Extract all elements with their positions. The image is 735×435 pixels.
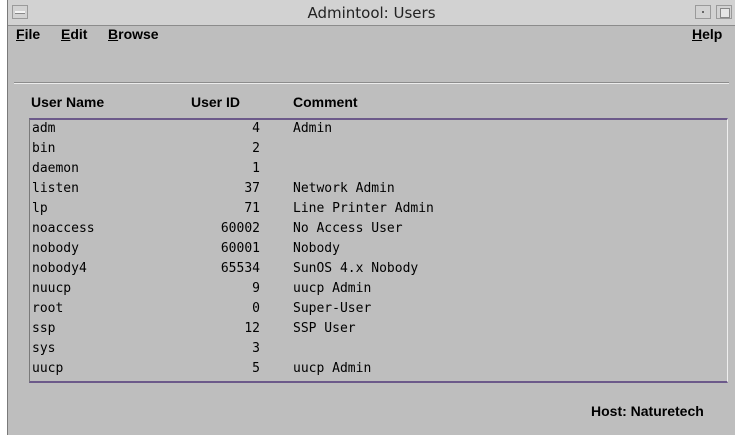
user-uid-cell: 71 <box>244 201 260 216</box>
table-row[interactable]: noaccess 60002 No Access User <box>30 220 727 240</box>
user-list[interactable]: adm 4 Admin bin 2 daemon 1 listen 37 Network Admi… <box>29 118 728 383</box>
user-uid-cell: 9 <box>252 281 260 296</box>
user-uid-cell: 4 <box>252 121 260 136</box>
user-name-cell: lp <box>32 201 48 216</box>
user-uid-cell: 5 <box>252 361 260 376</box>
user-uid-cell: 0 <box>252 301 260 316</box>
menu-edit-label: dit <box>70 26 88 42</box>
user-uid-cell: 12 <box>244 321 260 336</box>
menu-file[interactable]: File <box>16 26 40 42</box>
table-row[interactable]: bin 2 <box>30 140 727 160</box>
table-row[interactable]: nuucp 9 uucp Admin <box>30 280 727 300</box>
user-comment-cell: uucp Admin <box>293 361 372 376</box>
user-uid-cell: 65534 <box>220 261 260 276</box>
user-uid-cell: 37 <box>244 181 260 196</box>
table-row[interactable]: listen 37 Network Admin <box>30 180 727 200</box>
user-comment-cell: No Access User <box>293 221 403 236</box>
user-name-cell: listen <box>32 181 79 196</box>
user-name-cell: noaccess <box>32 221 95 236</box>
column-header-user-name[interactable]: User Name <box>31 94 104 110</box>
menu-edit[interactable]: Edit <box>61 26 87 42</box>
table-row[interactable]: adm 4 Admin <box>30 120 727 140</box>
menu-file-mnemonic: F <box>16 26 25 42</box>
user-name-cell: ssp <box>32 321 56 336</box>
host-label: Host: Naturetech <box>591 403 704 419</box>
minimize-button[interactable] <box>695 5 711 19</box>
window-title: Admintool: Users <box>307 4 436 22</box>
menu-browse[interactable]: Browse <box>108 26 159 42</box>
user-comment-cell: Super-User <box>293 301 372 316</box>
user-name-cell: sys <box>32 341 56 356</box>
title-bar[interactable]: Admintool: Users <box>8 0 735 26</box>
menu-help[interactable]: Help <box>692 26 722 42</box>
user-comment-cell: SSP User <box>293 321 356 336</box>
user-name-cell: adm <box>32 121 56 136</box>
menu-help-label: elp <box>702 26 723 42</box>
desktop-edge <box>0 0 8 435</box>
user-name-cell: nobody <box>32 241 79 256</box>
user-name-cell: uucp <box>32 361 64 376</box>
admintool-window: Admintool: Users File Edit Browse Help U… <box>8 0 735 435</box>
table-row[interactable]: lp 71 Line Printer Admin <box>30 200 727 220</box>
user-uid-cell: 3 <box>252 341 260 356</box>
table-row[interactable]: uucp 5 uucp Admin <box>30 360 727 380</box>
menu-file-label: ile <box>24 26 41 42</box>
user-name-cell: bin <box>32 141 56 156</box>
user-name-cell: daemon <box>32 161 79 176</box>
menu-help-mnemonic: H <box>692 26 703 42</box>
menu-browse-label: rowse <box>118 26 159 42</box>
table-row[interactable]: root 0 Super-User <box>30 300 727 320</box>
table-row[interactable]: sys 3 <box>30 340 727 360</box>
table-row[interactable]: nobody 60001 Nobody <box>30 240 727 260</box>
column-header-comment[interactable]: Comment <box>293 94 358 110</box>
user-comment-cell: uucp Admin <box>293 281 372 296</box>
user-comment-cell: SunOS 4.x Nobody <box>293 261 419 276</box>
user-uid-cell: 1 <box>252 161 260 176</box>
user-name-cell: nobody4 <box>32 261 87 276</box>
table-row[interactable]: ssp 12 SSP User <box>30 320 727 340</box>
user-comment-cell: Admin <box>293 121 333 136</box>
maximize-button[interactable] <box>716 5 732 19</box>
user-name-cell: root <box>32 301 64 316</box>
user-comment-cell: Line Printer Admin <box>293 201 434 216</box>
menu-edit-mnemonic: E <box>61 26 71 42</box>
user-comment-cell: Nobody <box>293 241 340 256</box>
user-comment-cell: Network Admin <box>293 181 395 196</box>
menu-browse-mnemonic: B <box>108 26 119 42</box>
table-row[interactable]: nobody4 65534 SunOS 4.x Nobody <box>30 260 727 280</box>
table-row[interactable]: daemon 1 <box>30 160 727 180</box>
user-uid-cell: 60002 <box>220 221 260 236</box>
user-uid-cell: 2 <box>252 141 260 156</box>
user-name-cell: nuucp <box>32 281 72 296</box>
column-header-user-id[interactable]: User ID <box>191 94 240 110</box>
menubar-separator <box>14 82 729 84</box>
user-uid-cell: 60001 <box>220 241 260 256</box>
